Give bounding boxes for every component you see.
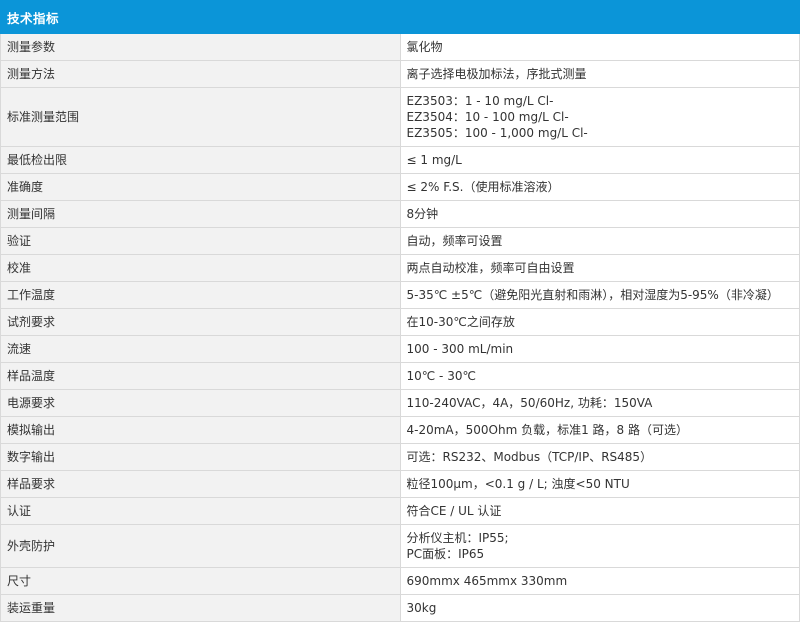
spec-value: 4-20mA，500Ohm 负载，标准1 路，8 路（可选）	[399, 416, 800, 444]
spec-value-line: 8分钟	[406, 207, 439, 221]
spec-value-line: PC面板：IP65	[406, 547, 485, 561]
spec-value: 分析仪主机：IP55; PC面板：IP65	[399, 524, 800, 568]
spec-label: 装运重量	[0, 594, 401, 622]
spec-value: ≤ 1 mg/L	[399, 146, 800, 174]
spec-value: 氯化物	[399, 33, 800, 61]
spec-value-line: 10℃ - 30℃	[406, 369, 476, 383]
table-row: 样品温度 10℃ - 30℃	[0, 362, 800, 390]
table-row: 准确度 ≤ 2% F.S.（使用标准溶液）	[0, 173, 800, 201]
spec-value-line: 粒径100µm，<0.1 g / L; 浊度<50 NTU	[406, 477, 630, 491]
spec-label: 流速	[0, 335, 401, 363]
table-row: 装运重量 30kg	[0, 594, 800, 622]
table-row: 模拟输出 4-20mA，500Ohm 负载，标准1 路，8 路（可选）	[0, 416, 800, 444]
spec-value-line: 分析仪主机：IP55;	[406, 531, 509, 545]
spec-value-line: EZ3505：100 - 1,000 mg/L Cl-	[406, 126, 588, 140]
table-title: 技术指标	[0, 0, 800, 34]
spec-table-body: 测量参数 氯化物 测量方法 离子选择电极加标法，序批式测量 标准测量范围 EZ3503：1…	[0, 33, 800, 622]
table-row: 校准 两点自动校准，频率可自由设置	[0, 254, 800, 282]
spec-label: 测量参数	[0, 33, 401, 61]
spec-value: 自动，频率可设置	[399, 227, 800, 255]
table-row: 测量方法 离子选择电极加标法，序批式测量	[0, 60, 800, 88]
spec-label: 工作温度	[0, 281, 401, 309]
spec-label: 标准测量范围	[0, 87, 401, 147]
table-row: 测量参数 氯化物	[0, 33, 800, 61]
spec-label: 认证	[0, 497, 401, 525]
spec-label: 校准	[0, 254, 401, 282]
spec-value-line: 两点自动校准，频率可自由设置	[406, 261, 575, 275]
spec-value-line: EZ3504：10 - 100 mg/L Cl-	[406, 110, 569, 124]
table-row: 外壳防护 分析仪主机：IP55; PC面板：IP65	[0, 524, 800, 568]
spec-label: 样品温度	[0, 362, 401, 390]
spec-value: 8分钟	[399, 200, 800, 228]
spec-value: 在10-30℃之间存放	[399, 308, 800, 336]
table-row: 认证 符合CE / UL 认证	[0, 497, 800, 525]
spec-value-line: 在10-30℃之间存放	[406, 315, 515, 329]
spec-value-line: 4-20mA，500Ohm 负载，标准1 路，8 路（可选）	[406, 423, 689, 437]
table-row: 测量间隔 8分钟	[0, 200, 800, 228]
spec-value-line: 30kg	[406, 601, 437, 615]
spec-label: 准确度	[0, 173, 401, 201]
spec-value-line: 690mmx 465mmx 330mm	[406, 574, 568, 588]
table-row: 样品要求 粒径100µm，<0.1 g / L; 浊度<50 NTU	[0, 470, 800, 498]
spec-label: 电源要求	[0, 389, 401, 417]
spec-label: 样品要求	[0, 470, 401, 498]
spec-value-line: 可选：RS232、Modbus（TCP/IP、RS485）	[406, 450, 653, 464]
spec-value-line: 5-35℃ ±5℃（避免阳光直射和雨淋），相对湿度为5-95%（非冷凝）	[406, 288, 779, 302]
spec-value-line: 离子选择电极加标法，序批式测量	[406, 67, 587, 81]
spec-value: EZ3503：1 - 10 mg/L Cl- EZ3504：10 - 100 mg…	[399, 87, 800, 147]
spec-value-line: 氯化物	[406, 40, 443, 54]
spec-value: 100 - 300 mL/min	[399, 335, 800, 363]
spec-label: 测量间隔	[0, 200, 401, 228]
spec-value-line: 符合CE / UL 认证	[406, 504, 502, 518]
spec-label: 测量方法	[0, 60, 401, 88]
spec-value: 110-240VAC，4A，50/60Hz, 功耗：150VA	[399, 389, 800, 417]
spec-label: 验证	[0, 227, 401, 255]
table-header-row: 技术指标	[0, 0, 800, 34]
table-row: 流速 100 - 300 mL/min	[0, 335, 800, 363]
spec-label: 最低检出限	[0, 146, 401, 174]
spec-label: 试剂要求	[0, 308, 401, 336]
spec-value-line: 110-240VAC，4A，50/60Hz, 功耗：150VA	[406, 396, 653, 410]
spec-value: 符合CE / UL 认证	[399, 497, 800, 525]
spec-value: 可选：RS232、Modbus（TCP/IP、RS485）	[399, 443, 800, 471]
spec-label: 数字输出	[0, 443, 401, 471]
spec-value-line: ≤ 2% F.S.（使用标准溶液）	[406, 180, 560, 194]
table-row: 工作温度 5-35℃ ±5℃（避免阳光直射和雨淋），相对湿度为5-95%（非冷凝）	[0, 281, 800, 309]
spec-label: 外壳防护	[0, 524, 401, 568]
table-row: 尺寸 690mmx 465mmx 330mm	[0, 567, 800, 595]
spec-value: 690mmx 465mmx 330mm	[399, 567, 800, 595]
spec-value: 5-35℃ ±5℃（避免阳光直射和雨淋），相对湿度为5-95%（非冷凝）	[399, 281, 800, 309]
spec-value-line: 自动，频率可设置	[406, 234, 503, 248]
spec-value: ≤ 2% F.S.（使用标准溶液）	[399, 173, 800, 201]
spec-value-line: ≤ 1 mg/L	[406, 153, 462, 167]
table-row: 数字输出 可选：RS232、Modbus（TCP/IP、RS485）	[0, 443, 800, 471]
spec-value: 离子选择电极加标法，序批式测量	[399, 60, 800, 88]
spec-value: 10℃ - 30℃	[399, 362, 800, 390]
spec-value-line: 100 - 300 mL/min	[406, 342, 514, 356]
spec-value: 两点自动校准，频率可自由设置	[399, 254, 800, 282]
table-row: 标准测量范围 EZ3503：1 - 10 mg/L Cl- EZ3504：10 - …	[0, 87, 800, 147]
spec-table: 技术指标 测量参数 氯化物 测量方法 离子选择电极加标法，序批式测量 标准测量范围 EZ3…	[0, 0, 800, 622]
table-row: 试剂要求 在10-30℃之间存放	[0, 308, 800, 336]
spec-value: 30kg	[399, 594, 800, 622]
spec-label: 尺寸	[0, 567, 401, 595]
table-row: 电源要求 110-240VAC，4A，50/60Hz, 功耗：150VA	[0, 389, 800, 417]
spec-value-line: EZ3503：1 - 10 mg/L Cl-	[406, 94, 554, 108]
table-row: 最低检出限 ≤ 1 mg/L	[0, 146, 800, 174]
table-row: 验证 自动，频率可设置	[0, 227, 800, 255]
spec-label: 模拟输出	[0, 416, 401, 444]
spec-value: 粒径100µm，<0.1 g / L; 浊度<50 NTU	[399, 470, 800, 498]
